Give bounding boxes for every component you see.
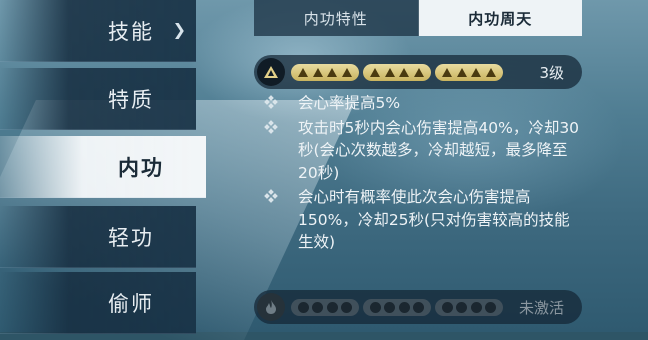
menu-item-label: 技能 bbox=[108, 19, 154, 44]
triangle-icon bbox=[341, 67, 352, 77]
locked-pills bbox=[291, 298, 503, 316]
triangle-icon bbox=[442, 67, 453, 77]
effect-list: 会心率提高5% 攻击时5秒内会心伤害提高40%，冷却30秒(会心次数越多，冷却越… bbox=[262, 92, 582, 254]
level-label: 3级 bbox=[539, 63, 564, 82]
level-group-2 bbox=[363, 63, 431, 81]
diamond-bullet-icon bbox=[264, 95, 278, 109]
menu-item-skills[interactable]: 技能 ❯ bbox=[0, 0, 196, 62]
locked-group-3 bbox=[435, 298, 503, 316]
locked-group-1 bbox=[291, 298, 359, 316]
list-item: 会心时有概率使此次会心伤害提高150%，冷却25秒(只对伤害较高的技能生效) bbox=[262, 186, 582, 254]
locked-level-row: 未激活 bbox=[254, 290, 582, 324]
triangle-icon bbox=[312, 67, 323, 77]
menu-item-lightness[interactable]: 轻功 bbox=[0, 206, 196, 268]
diamond-bullet-icon bbox=[264, 189, 278, 203]
level-group-3 bbox=[435, 63, 503, 81]
chevron-right-icon: ❯ bbox=[172, 20, 188, 39]
level-row: 3级 bbox=[254, 55, 582, 89]
menu-item-label: 特质 bbox=[108, 87, 154, 112]
status-label: 未激活 bbox=[518, 298, 564, 317]
gold-triangle-icon bbox=[257, 58, 285, 86]
triangle-icon bbox=[485, 67, 496, 77]
triangle-icon bbox=[413, 67, 424, 77]
level-group-1 bbox=[291, 63, 359, 81]
menu-item-label: 轻功 bbox=[108, 225, 154, 250]
triangle-icon bbox=[327, 67, 338, 77]
triangle-icon bbox=[399, 67, 410, 77]
triangle-icon bbox=[298, 67, 309, 77]
tab-inner-cycle[interactable]: 内功周天 bbox=[418, 0, 582, 36]
triangle-icon bbox=[370, 67, 381, 77]
triangle-icon bbox=[456, 67, 467, 77]
list-item: 会心率提高5% bbox=[262, 92, 582, 115]
menu-item-label: 偷师 bbox=[108, 291, 154, 316]
list-item: 攻击时5秒内会心伤害提高40%，冷却30秒(会心次数越多，冷却越短，最多降至20… bbox=[262, 117, 582, 185]
tab-bar: 内功特性 内功周天 bbox=[254, 0, 582, 36]
effect-text: 会心时有概率使此次会心伤害提高150%，冷却25秒(只对伤害较高的技能生效) bbox=[298, 188, 570, 251]
menu-item-inner-power[interactable]: 内功 bbox=[0, 136, 206, 198]
tab-inner-traits[interactable]: 内功特性 bbox=[254, 0, 419, 36]
triangle-icon bbox=[471, 67, 482, 77]
diamond-bullet-icon bbox=[264, 119, 278, 134]
menu-item-traits[interactable]: 特质 bbox=[0, 68, 196, 130]
locked-group-2 bbox=[363, 298, 431, 316]
effect-text: 攻击时5秒内会心伤害提高40%，冷却30秒(会心次数越多，冷却越短，最多降至20… bbox=[298, 118, 580, 182]
side-menu: 技能 ❯ 特质 内功 轻功 偷师 bbox=[0, 0, 206, 334]
flame-icon bbox=[257, 293, 285, 321]
triangle-icon bbox=[384, 67, 395, 77]
menu-item-steal[interactable]: 偷师 bbox=[0, 272, 196, 334]
menu-item-label: 内功 bbox=[118, 155, 164, 180]
level-pills bbox=[291, 63, 503, 81]
effect-text: 会心率提高5% bbox=[298, 94, 401, 112]
